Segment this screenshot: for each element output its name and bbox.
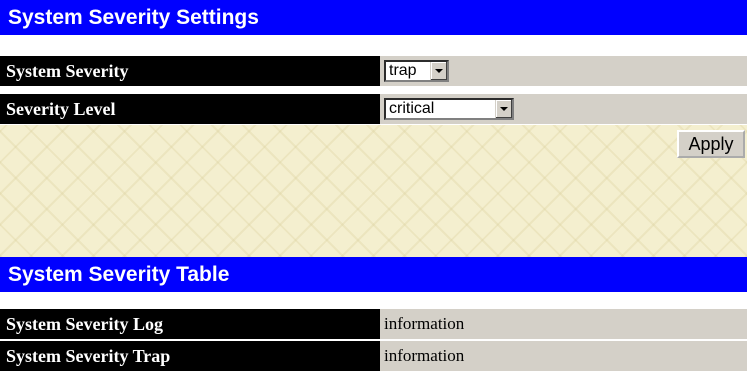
table-row: System Severity Trap information (0, 341, 747, 371)
severity-trap-label: System Severity Trap (0, 341, 380, 371)
severity-level-row: Severity Level critical (0, 94, 747, 124)
severity-log-value: information (380, 309, 747, 339)
settings-header: System Severity Settings (0, 0, 747, 35)
system-severity-row: System Severity trap (0, 56, 747, 86)
settings-button-area: Apply (0, 125, 747, 257)
table-header: System Severity Table (0, 257, 747, 292)
system-severity-value: trap (389, 62, 417, 79)
table-row: System Severity Log information (0, 309, 747, 339)
system-severity-label: System Severity (0, 56, 380, 86)
severity-level-label: Severity Level (0, 94, 380, 124)
severity-level-select[interactable]: critical (384, 98, 514, 120)
system-severity-cell: trap (380, 56, 747, 86)
chevron-down-icon[interactable] (495, 100, 512, 118)
apply-button[interactable]: Apply (677, 130, 745, 158)
system-severity-select[interactable]: trap (384, 60, 449, 82)
severity-log-label: System Severity Log (0, 309, 380, 339)
severity-trap-value: information (380, 341, 747, 371)
severity-level-cell: critical (380, 94, 747, 124)
severity-level-value: critical (389, 100, 435, 117)
chevron-down-icon[interactable] (430, 62, 447, 80)
